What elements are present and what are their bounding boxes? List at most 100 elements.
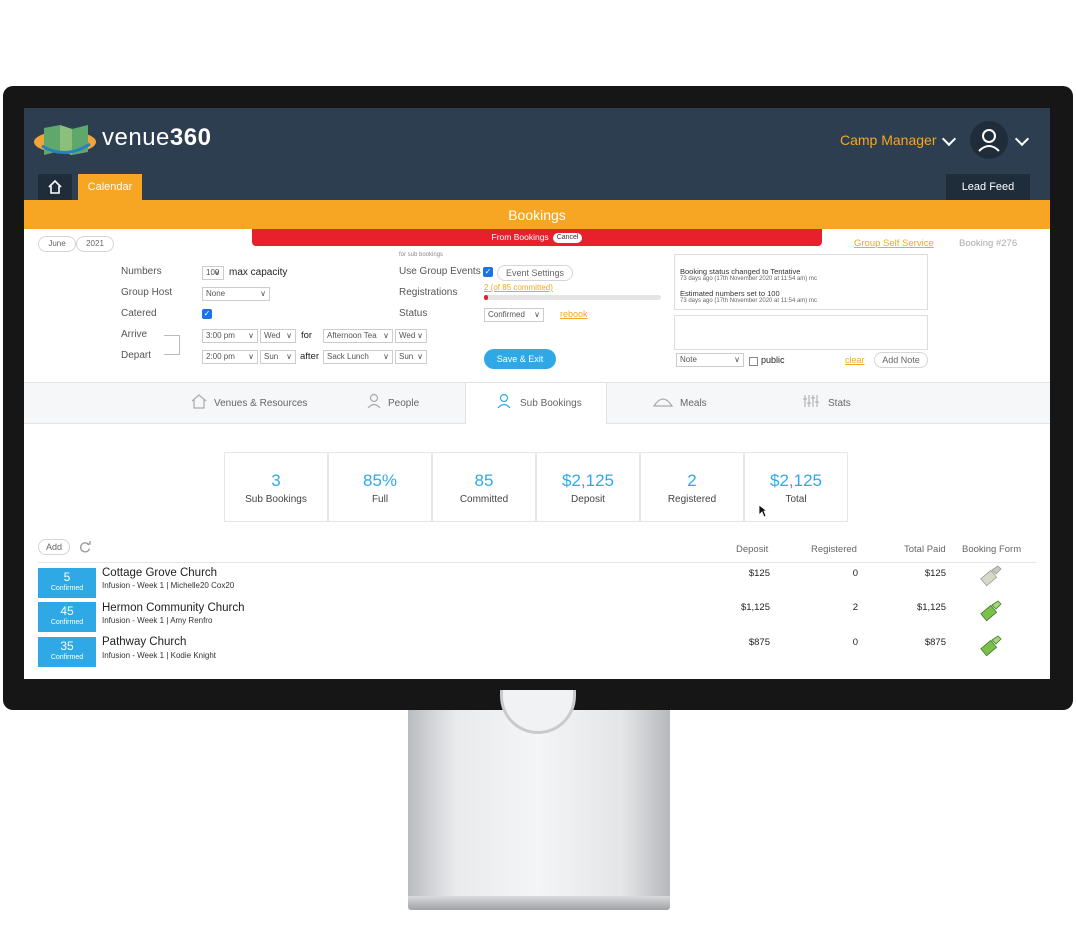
registrations-progress-fill (484, 295, 488, 300)
row-count-badge[interactable]: 35 Confirmed (38, 637, 96, 667)
role-selector[interactable]: Camp Manager (840, 132, 937, 148)
for-label: for (301, 330, 313, 341)
depart-day-select[interactable]: Sun (260, 350, 296, 364)
event-settings-button[interactable]: Event Settings (497, 265, 573, 281)
col-deposit: Deposit (736, 544, 769, 555)
row-group-name[interactable]: Cottage Grove Church (102, 567, 217, 579)
note-type-select[interactable]: Note (676, 353, 744, 367)
person-icon (367, 393, 381, 409)
row-deposit: $1,125 (740, 602, 770, 613)
row-details: Infusion - Week 1 | Kodie Knight (102, 651, 216, 660)
status-select[interactable]: Confirmed (484, 308, 544, 322)
col-booking-form: Booking Form (962, 544, 1022, 555)
context-label: From Bookings (491, 232, 549, 242)
max-capacity-label: max capacity (229, 267, 288, 278)
tab-sub-bookings[interactable]: Sub Bookings (465, 383, 607, 424)
row-count-badge[interactable]: 5 Confirmed (38, 568, 96, 598)
arrive-meal-select[interactable]: Afternoon Tea (323, 329, 393, 343)
row-group-name[interactable]: Pathway Church (102, 636, 186, 648)
depart-label: Depart (121, 350, 152, 361)
page-title-bar: Bookings (24, 200, 1050, 229)
rebook-link[interactable]: rebook (560, 309, 588, 319)
top-bar: venue360 Camp Manager Calendar Lead Feed (24, 108, 1050, 200)
app-screen: venue360 Camp Manager Calendar Lead Feed… (24, 108, 1050, 679)
catered-checkbox[interactable]: ✓ (202, 309, 212, 319)
logo-wordmark: venue360 (102, 124, 212, 151)
tab-venues-resources[interactable]: Venues & Resources (190, 383, 340, 424)
registrations-progress (484, 295, 661, 300)
stat-deposit: $2,125 Deposit (536, 452, 640, 522)
tab-stats[interactable]: Stats (802, 383, 882, 424)
stat-full: 85% Full (328, 452, 432, 522)
depart-meal-select[interactable]: Sack Lunch (323, 350, 393, 364)
stat-committed: 85 Committed (432, 452, 536, 522)
group-self-service-link[interactable]: Group Self Service (854, 238, 934, 249)
activity-log: Booking status changed to Tentative 73 d… (674, 254, 928, 310)
row-registered: 2 (852, 602, 858, 613)
after-label: after (300, 351, 320, 362)
sliders-icon (803, 395, 819, 407)
refresh-icon[interactable] (78, 540, 92, 554)
catered-label: Catered (121, 308, 157, 319)
registrations-link[interactable]: 2 (of 85 committed) (484, 283, 553, 292)
status-label: Status (399, 308, 428, 319)
chevron-down-icon[interactable] (1014, 131, 1030, 147)
note-textarea[interactable] (674, 315, 928, 350)
cancel-button[interactable]: Cancel (552, 233, 583, 243)
booking-id: Booking #276 (959, 238, 1018, 249)
public-label: public (761, 355, 785, 365)
map-logo-icon (34, 125, 96, 155)
home-icon (48, 179, 62, 194)
month-selector[interactable]: June (38, 236, 76, 252)
booking-form-pending-icon[interactable] (979, 564, 1003, 588)
log-entry: Estimated numbers set to 100 73 days ago… (680, 289, 817, 304)
sub-bookings-note: for sub bookings (399, 252, 444, 258)
save-exit-button[interactable]: Save & Exit (484, 349, 556, 369)
tab-lead-feed[interactable]: Lead Feed (946, 174, 1030, 200)
numbers-input[interactable]: 100 (202, 266, 224, 280)
stat-registered: 2 Registered (640, 452, 744, 522)
row-registered: 0 (852, 568, 858, 579)
group-host-label: Group Host (121, 287, 173, 298)
year-selector[interactable]: 2021 (76, 236, 114, 252)
tab-people[interactable]: People (366, 383, 466, 424)
row-details: Infusion - Week 1 | Michelle20 Cox20 (102, 581, 235, 590)
house-icon (191, 394, 207, 409)
public-checkbox[interactable] (749, 357, 758, 366)
registrations-label: Registrations (399, 287, 458, 298)
chevron-down-icon[interactable] (941, 131, 957, 147)
context-bar: From Bookings Cancel (252, 229, 822, 246)
table-header-divider (38, 562, 1036, 563)
user-avatar[interactable] (970, 121, 1008, 159)
col-registered: Registered (811, 544, 857, 555)
arrive-day-select[interactable]: Wed (260, 329, 296, 343)
arrive-time-select[interactable]: 3:00 pm (202, 329, 258, 343)
row-count-badge[interactable]: 45 Confirmed (38, 602, 96, 632)
row-registered: 0 (852, 637, 858, 648)
person-icon (497, 393, 511, 409)
arrive-meal-day-select[interactable]: Wed (395, 329, 427, 343)
use-group-events-label: Use Group Events (399, 266, 481, 277)
user-icon (978, 129, 1000, 152)
clear-link[interactable]: clear (845, 355, 865, 365)
tab-meals[interactable]: Meals (652, 383, 742, 424)
stat-sub-bookings: 3 Sub Bookings (224, 452, 328, 522)
group-host-select[interactable]: None (202, 287, 270, 301)
add-note-button[interactable]: Add Note (874, 352, 928, 368)
monitor-stand (408, 708, 670, 900)
depart-meal-day-select[interactable]: Sun (395, 350, 427, 364)
use-group-events-checkbox[interactable]: ✓ (483, 267, 493, 277)
home-tab[interactable] (38, 174, 72, 200)
row-details: Infusion - Week 1 | Amy Renfro (102, 616, 213, 625)
link-bracket-icon (164, 335, 180, 355)
booking-form-complete-icon[interactable] (979, 599, 1003, 623)
row-group-name[interactable]: Hermon Community Church (102, 602, 245, 614)
row-deposit: $125 (748, 568, 770, 579)
tab-calendar[interactable]: Calendar (78, 174, 142, 200)
col-total-paid: Total Paid (904, 544, 946, 555)
row-total-paid: $875 (924, 637, 946, 648)
monitor-stand-base (408, 896, 670, 910)
depart-time-select[interactable]: 2:00 pm (202, 350, 258, 364)
add-button[interactable]: Add (38, 539, 70, 555)
booking-form-complete-icon[interactable] (979, 634, 1003, 658)
